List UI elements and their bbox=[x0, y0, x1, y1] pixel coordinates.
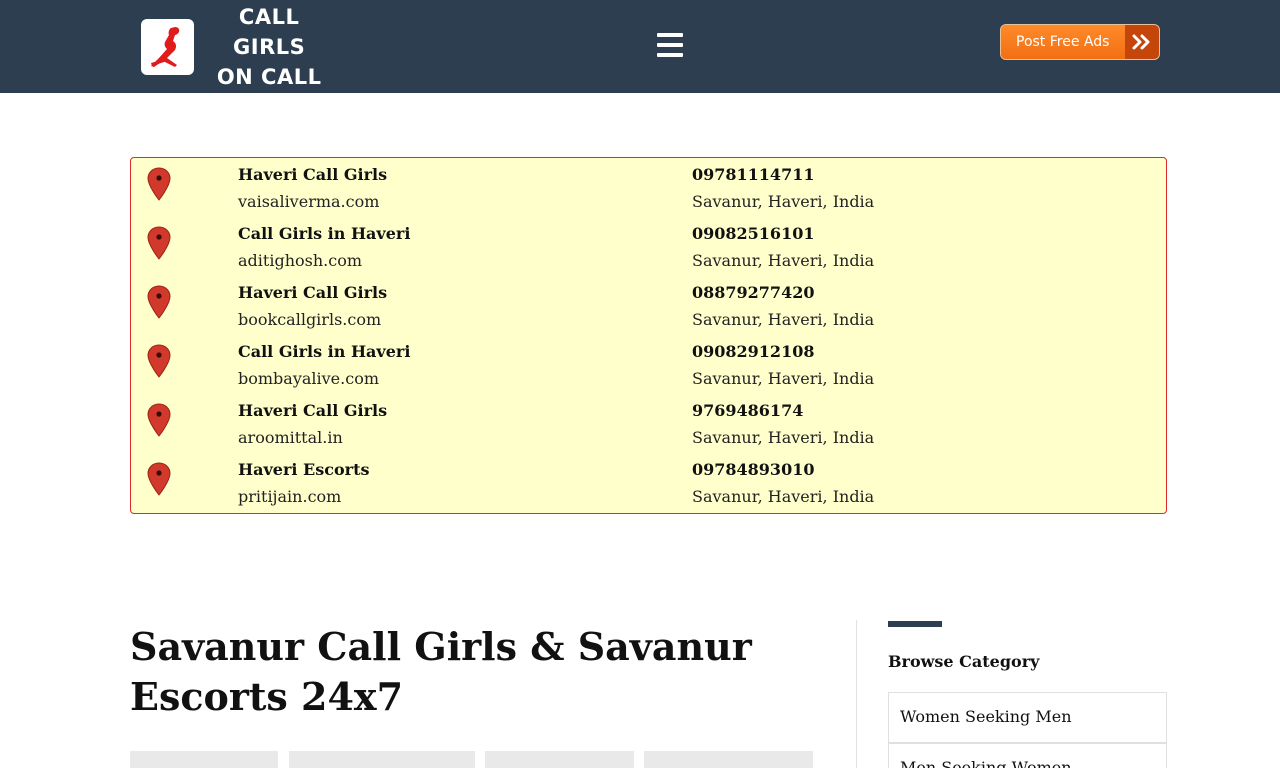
listing-name: Haveri Call Girls bbox=[238, 401, 388, 420]
post-free-ads-button[interactable]: Post Free Ads bbox=[1000, 24, 1160, 60]
listing-location: Savanur, Haveri, India bbox=[692, 310, 875, 329]
hamburger-menu-icon[interactable] bbox=[655, 30, 685, 60]
listing-row: Call Girls in Haveri aditighosh.com 090825… bbox=[131, 217, 1166, 275]
logo-wordmark: CALL GIRLS ON CALL bbox=[202, 2, 336, 92]
double-chevron-right-icon bbox=[1125, 25, 1159, 59]
gallery-tab[interactable] bbox=[644, 751, 813, 768]
listing-website-link[interactable]: bombayalive.com bbox=[238, 369, 379, 389]
listing-row: Haveri Call Girls vaisaliverma.com 0978111… bbox=[131, 158, 1166, 216]
top-navbar: CALL GIRLS ON CALL Post Free Ads bbox=[0, 0, 1280, 93]
listing-row: Call Girls in Haveri bombayalive.com 09082… bbox=[131, 335, 1166, 393]
listing-website-link[interactable]: pritijain.com bbox=[238, 487, 341, 507]
listing-name: Haveri Call Girls bbox=[238, 283, 388, 302]
gallery-tab[interactable] bbox=[130, 751, 278, 768]
map-pin-icon bbox=[147, 285, 171, 319]
post-free-ads-label: Post Free Ads bbox=[1001, 25, 1125, 59]
listing-website-link[interactable]: bookcallgirls.com bbox=[238, 310, 381, 330]
map-pin-icon bbox=[147, 462, 171, 496]
site-logo[interactable]: CALL GIRLS ON CALL bbox=[141, 5, 336, 89]
listing-name: Call Girls in Haveri bbox=[238, 342, 411, 361]
listing-location: Savanur, Haveri, India bbox=[692, 428, 875, 447]
page-title: Savanur Call Girls & Savanur Escorts 24x… bbox=[130, 624, 752, 719]
map-pin-icon bbox=[147, 344, 171, 378]
map-pin-icon bbox=[147, 403, 171, 437]
listing-phone: 09784893010 bbox=[692, 460, 815, 479]
listing-box: Haveri Call Girls vaisaliverma.com 0978111… bbox=[130, 157, 1167, 514]
listing-phone: 09082516101 bbox=[692, 224, 815, 243]
map-pin-icon bbox=[147, 226, 171, 260]
listing-phone: 09082912108 bbox=[692, 342, 815, 361]
category-link-women-seeking-men[interactable]: Women Seeking Men bbox=[888, 692, 1167, 743]
gallery-tab[interactable] bbox=[289, 751, 475, 768]
listing-row: Haveri Escorts pritijain.com 09784893010 Sa… bbox=[131, 453, 1166, 511]
map-pin-icon bbox=[147, 167, 171, 201]
listing-phone: 9769486174 bbox=[692, 401, 804, 420]
listing-location: Savanur, Haveri, India bbox=[692, 487, 875, 506]
listing-phone: 08879277420 bbox=[692, 283, 815, 302]
listing-location: Savanur, Haveri, India bbox=[692, 192, 875, 211]
listing-phone: 09781114711 bbox=[692, 165, 815, 184]
listing-name: Haveri Call Girls bbox=[238, 165, 388, 184]
listing-website-link[interactable]: aditighosh.com bbox=[238, 251, 362, 271]
sidebar-accent-bar bbox=[888, 621, 942, 627]
sidebar-title: Browse Category bbox=[888, 652, 1040, 671]
logo-line-1: CALL GIRLS bbox=[233, 5, 306, 59]
listing-website-link[interactable]: aroomittal.in bbox=[238, 428, 343, 448]
listing-row: Haveri Call Girls aroomittal.in 9769486174… bbox=[131, 394, 1166, 452]
listing-website-link[interactable]: vaisaliverma.com bbox=[238, 192, 379, 212]
logo-line-2: ON CALL bbox=[216, 65, 322, 89]
listing-row: Haveri Call Girls bookcallgirls.com 088792… bbox=[131, 276, 1166, 334]
listing-location: Savanur, Haveri, India bbox=[692, 369, 875, 388]
category-link-men-seeking-women[interactable]: Men Seeking Women bbox=[888, 743, 1167, 768]
gallery-tabs bbox=[130, 751, 814, 768]
gallery-tab[interactable] bbox=[485, 751, 634, 768]
listing-name: Call Girls in Haveri bbox=[238, 224, 411, 243]
listing-name: Haveri Escorts bbox=[238, 460, 370, 479]
listing-location: Savanur, Haveri, India bbox=[692, 251, 875, 270]
logo-silhouette-icon bbox=[141, 19, 195, 75]
column-divider bbox=[856, 620, 857, 768]
